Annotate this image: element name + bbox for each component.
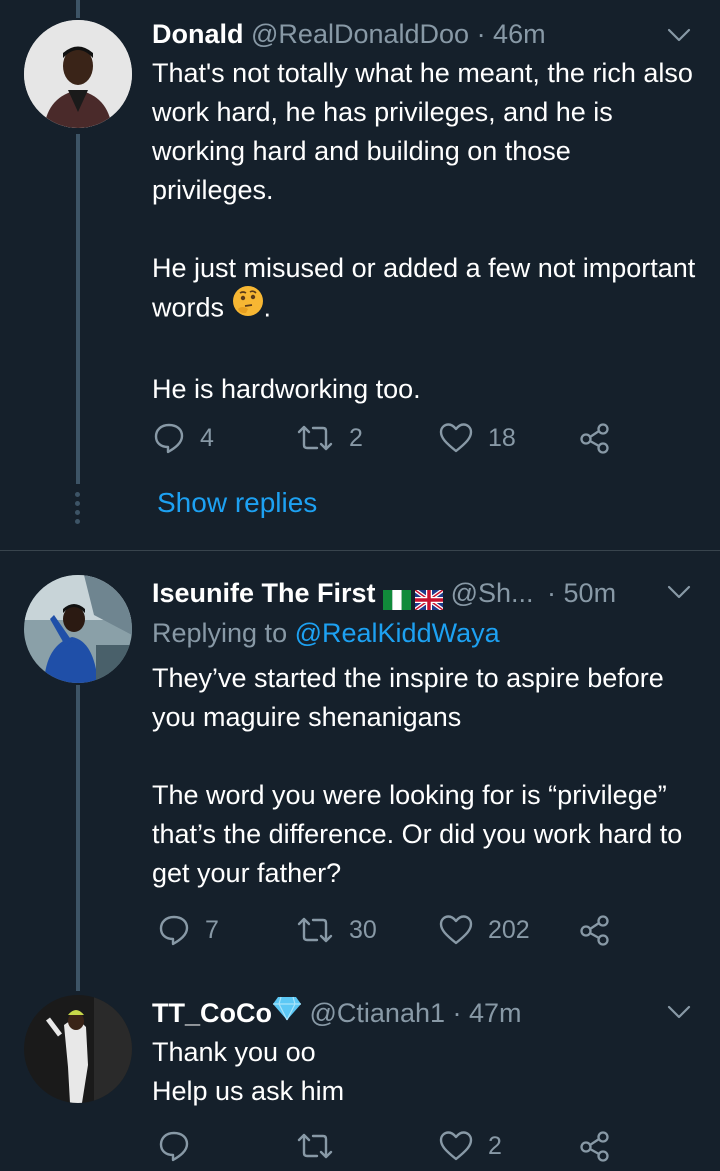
reply-button[interactable]: 4 [152,421,214,455]
retweet-button[interactable] [295,1129,349,1163]
like-count: 202 [488,915,530,944]
tweet-iseunife[interactable]: Iseunife The First @Sh... · 50m Replying… [0,551,720,971]
like-icon [439,915,473,945]
show-replies-link[interactable]: Show replies [157,487,317,519]
chevron-down-icon[interactable] [666,999,692,1025]
share-icon [580,423,609,454]
tweet-paragraph: They’ve started the inspire to aspire be… [152,663,664,732]
display-name[interactable]: Donald [152,19,244,49]
user-handle[interactable]: @Sh... [451,578,534,608]
tweet-header: Donald @RealDonaldDoo · 46m [152,16,660,52]
tweet-text: They’ve started the inspire to aspire be… [152,659,696,893]
like-count: 18 [488,423,516,452]
reply-icon [154,423,184,454]
nigeria-flag-icon [383,583,412,610]
reply-button[interactable]: 7 [157,913,219,947]
retweet-button[interactable]: 30 [295,913,377,947]
tweet-text: That's not totally what he meant, the ri… [152,54,696,409]
reply-count: 4 [200,423,214,452]
chevron-down-icon[interactable] [666,579,692,605]
tweet-paragraph: He is hardworking too. [152,374,421,404]
share-icon [580,915,609,946]
avatar[interactable] [24,995,132,1103]
tweet-header: Iseunife The First @Sh... · 50m [152,575,660,612]
avatar[interactable] [24,575,132,683]
retweet-icon [297,917,333,943]
replying-to: Replying to @RealKiddWaya [152,618,500,648]
user-handle[interactable]: @Ctianah1 [310,998,446,1028]
tweet-text: Thank you oo Help us ask him [152,1033,696,1111]
display-name[interactable]: TT_CoCo [152,998,272,1028]
reply-icon [159,915,189,946]
reply-icon [159,1131,189,1162]
uk-flag-icon [413,583,445,612]
retweet-icon [297,1133,333,1159]
reply-count: 7 [205,915,219,944]
share-button[interactable] [578,421,612,455]
diamond-icon [272,994,302,1030]
tweet-paragraph: He just misused or added a few not impor… [152,249,696,331]
like-button[interactable]: 202 [438,913,530,947]
more-replies-dots [74,492,82,528]
retweet-icon [297,425,333,451]
thread-line-top [76,0,80,18]
replying-to-handle[interactable]: @RealKiddWaya [295,618,500,648]
timestamp[interactable]: · 47m [453,998,522,1028]
share-button[interactable] [578,913,612,947]
thread-line-top [76,971,80,991]
user-handle[interactable]: @RealDonaldDoo [251,19,469,49]
tweet-ttcoco[interactable]: TT_CoCo @Ctianah1 · 47m Thank you oo Hel… [0,971,720,1171]
retweet-button[interactable]: 2 [295,421,363,455]
like-icon [439,423,473,453]
tweet-actions: 2 [152,1129,622,1169]
display-name[interactable]: Iseunife The First [152,578,376,608]
tweet-paragraph: The word you were looking for is “privil… [152,780,683,888]
thread-line [76,685,80,971]
tweet-header: TT_CoCo @Ctianah1 · 47m [152,995,660,1033]
tweet-paragraph: That's not totally what he meant, the ri… [152,58,693,205]
share-icon [580,1131,609,1162]
chevron-down-icon[interactable] [666,22,692,48]
thinking-face-emoji [232,285,264,328]
like-count: 2 [488,1131,502,1160]
reply-button[interactable] [157,1129,205,1163]
timestamp[interactable]: · 50m [547,578,616,608]
like-button[interactable]: 2 [438,1129,502,1163]
tweet-line: Thank you oo [152,1037,316,1067]
share-button[interactable] [578,1129,612,1163]
retweet-count: 2 [349,423,363,452]
tweet-actions: 7 30 202 [152,913,622,953]
tweet-donald[interactable]: Donald @RealDonaldDoo · 46m That's not t… [0,0,720,550]
tweet-line: Help us ask him [152,1076,345,1106]
tweet-actions: 4 2 18 [152,421,622,461]
avatar[interactable] [24,20,132,128]
thread-line [76,134,80,484]
timestamp[interactable]: · 46m [477,19,546,49]
like-icon [439,1131,473,1161]
retweet-count: 30 [349,915,377,944]
like-button[interactable]: 18 [438,421,516,455]
